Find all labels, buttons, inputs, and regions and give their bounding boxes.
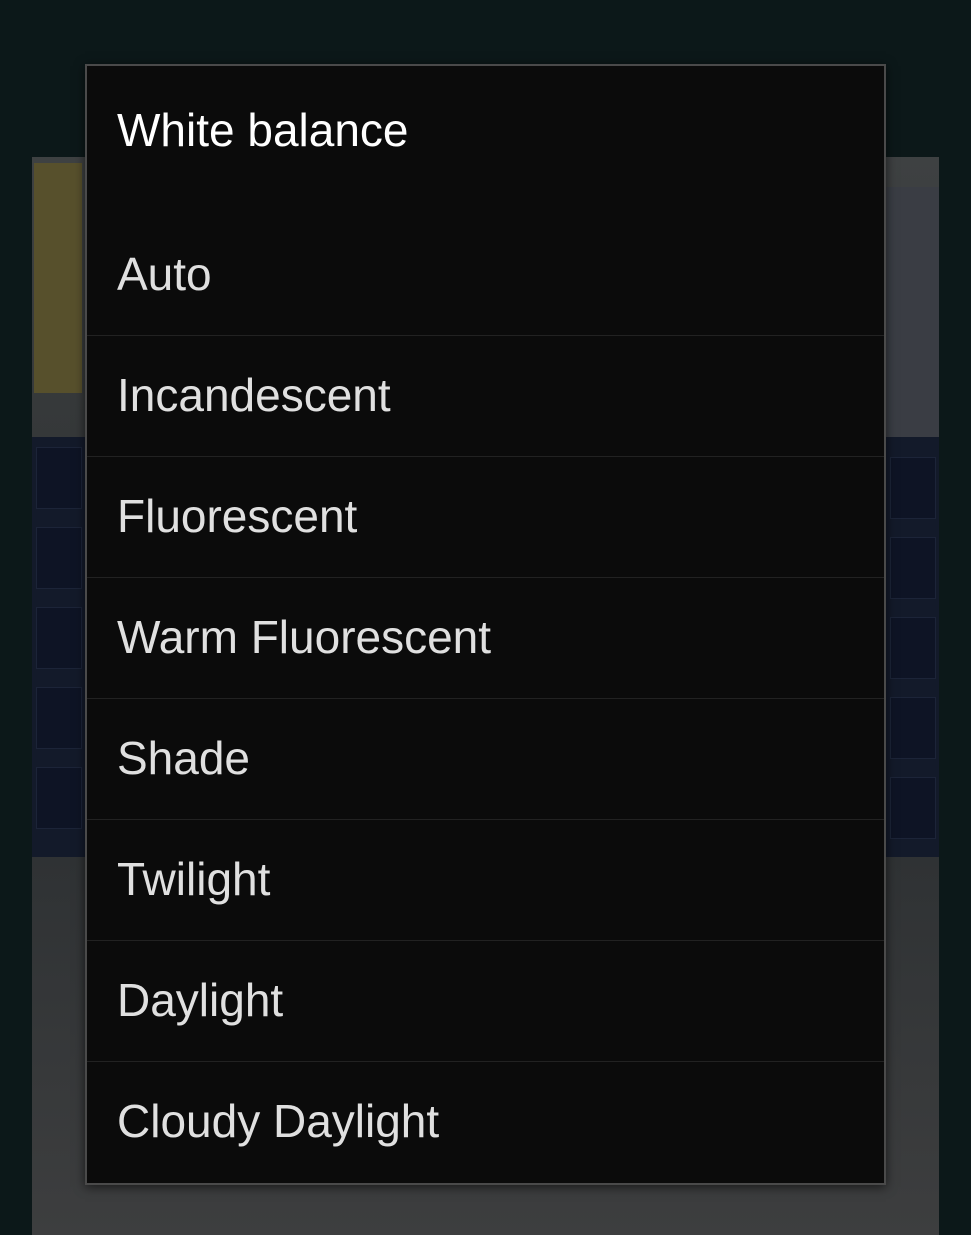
- option-twilight[interactable]: Twilight: [87, 820, 884, 941]
- option-shade[interactable]: Shade: [87, 699, 884, 820]
- option-warm-fluorescent[interactable]: Warm Fluorescent: [87, 578, 884, 699]
- option-label: Daylight: [117, 974, 284, 1026]
- option-daylight[interactable]: Daylight: [87, 941, 884, 1062]
- option-label: Warm Fluorescent: [117, 611, 492, 663]
- preview-poster: [34, 163, 82, 393]
- preview-key: [890, 697, 936, 759]
- option-incandescent[interactable]: Incandescent: [87, 336, 884, 457]
- option-label: Auto: [117, 248, 212, 300]
- option-label: Shade: [117, 732, 251, 784]
- option-label: Twilight: [117, 853, 271, 905]
- option-label: Fluorescent: [117, 490, 358, 542]
- preview-key: [36, 687, 82, 749]
- preview-key: [36, 527, 82, 589]
- dialog-title: White balance: [117, 104, 409, 156]
- option-fluorescent[interactable]: Fluorescent: [87, 457, 884, 578]
- option-label: Cloudy Daylight: [117, 1095, 440, 1147]
- option-auto[interactable]: Auto: [87, 215, 884, 336]
- preview-key: [890, 537, 936, 599]
- white-balance-dialog: White balance Auto Incandescent Fluoresc…: [85, 64, 886, 1185]
- preview-key: [36, 767, 82, 829]
- option-label: Incandescent: [117, 369, 391, 421]
- white-balance-options-list: Auto Incandescent Fluorescent Warm Fluor…: [87, 215, 884, 1183]
- preview-key: [890, 777, 936, 839]
- preview-key: [890, 457, 936, 519]
- preview-key: [890, 617, 936, 679]
- option-cloudy-daylight[interactable]: Cloudy Daylight: [87, 1062, 884, 1183]
- preview-poster-right: [879, 187, 939, 447]
- preview-key: [36, 447, 82, 509]
- camera-screen: White balance Auto Incandescent Fluoresc…: [0, 0, 971, 1235]
- preview-key: [36, 607, 82, 669]
